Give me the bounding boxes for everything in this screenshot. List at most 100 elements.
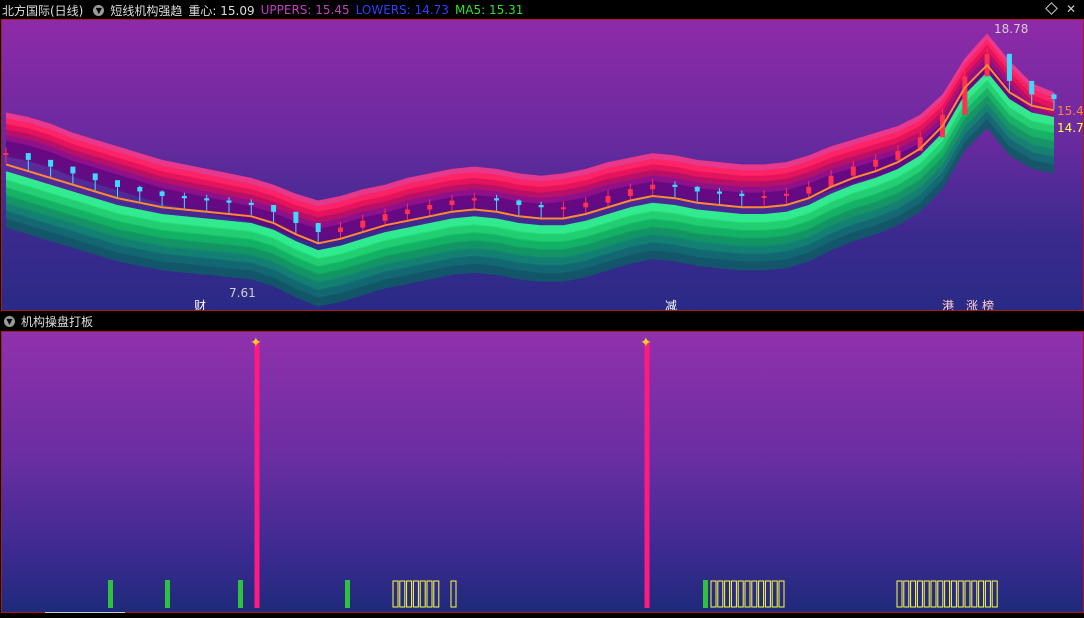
butterfly-icon: ✦ [250,335,262,351]
yellow-signal-bar [916,580,923,608]
yellow-signal-bar [896,580,903,608]
uppers-value: UPPERS: 15.45 [260,3,350,17]
chevron-down-icon[interactable]: ▼ [4,315,15,327]
candle-body [159,191,165,196]
candle-body [137,186,143,192]
yellow-signal-bar [406,580,413,608]
candle-body [895,150,901,160]
magenta-signal-bar [254,342,260,608]
yellow-signal-bar [910,580,917,608]
right-label-upper: 15.44 [1057,104,1084,118]
yellow-signal-bar [744,580,751,608]
yellow-signal-bar [426,580,433,608]
yellow-signal-bar [433,580,440,608]
center-value: 重心: 15.09 [188,3,255,18]
yellow-signal-bar [412,580,419,608]
candle-body [494,198,500,201]
green-signal-bar [108,580,113,608]
candle-body [427,204,433,210]
magenta-signal-bar [644,342,650,608]
butterfly-icon: ✦ [640,335,652,351]
candle-body [538,204,544,208]
yellow-signal-bar [737,580,744,608]
sub-panel-title[interactable]: 机构操盘打板 [21,313,93,330]
candle-body [962,76,968,115]
candle-body [471,198,477,201]
candle-body [761,195,767,198]
candle-body [783,193,789,196]
chevron-down-icon[interactable]: ▼ [93,4,105,16]
lowers-value: LOWERS: 14.73 [355,3,449,17]
candle-body [850,166,856,176]
candle-body [293,211,299,224]
signal-cai: 财 [194,299,207,311]
candle-body [605,195,611,203]
main-panel-header: 北方国际(日线) ▼ 短线机构强趋 重心: 15.09 UPPERS: 15.4… [0,1,1084,19]
candle-body [248,202,254,205]
close-icon[interactable]: ✕ [1066,2,1076,16]
yellow-signal-bar [419,580,426,608]
yellow-signal-bar [730,580,737,608]
candle-body [404,209,410,215]
diamond-icon[interactable] [1045,2,1058,15]
candle-body [92,173,98,181]
yellow-signal-bar [944,580,951,608]
signal-zhang: 涨 [966,299,979,311]
candle-body [382,214,388,221]
yellow-signal-bar [991,580,998,608]
candle-body [694,186,700,192]
candle-body [672,184,678,187]
yellow-signal-bar [964,580,971,608]
date-scrollbar[interactable] [45,612,125,618]
indicator-name[interactable]: 短线机构强趋 [110,2,182,19]
yellow-signal-bar [778,580,785,608]
yellow-signal-bar [392,580,399,608]
candle-body [70,166,76,174]
candle-body [717,191,723,194]
yellow-signal-bar [930,580,937,608]
yellow-signal-bar [758,580,765,608]
green-signal-bar [165,580,170,608]
yellow-signal-bar [450,580,457,608]
candle-body [650,184,656,190]
yellow-signal-bar [710,580,717,608]
main-chart-svg [3,33,1057,307]
candle-body [181,195,187,199]
candle-body [226,200,232,203]
sub-indicator-svg: ✦ ✦ [108,335,998,608]
sub-indicator-panel[interactable]: ✦ ✦ [1,331,1084,613]
candle-body [560,207,566,210]
candle-body [739,193,745,196]
green-signal-bar [238,580,243,608]
yellow-signal-bar [923,580,930,608]
candle-body [449,200,455,205]
candle-body [627,189,633,196]
yellow-signal-bar [903,580,910,608]
candle-body [1051,94,1057,99]
price-high-label: 18.78 [994,22,1029,36]
signal-gang: 港 [942,299,955,311]
signal-jian: 减 [665,299,678,311]
candle-body [337,227,343,233]
candle-body [1006,53,1012,81]
main-chart-panel[interactable]: 18.78 7.61 15.44 14.72 财 减 港 涨 榜 [1,19,1084,311]
yellow-signal-bar [771,580,778,608]
yellow-signal-bar [984,580,991,608]
candle-body [48,159,54,167]
ma5-value: MA5: 15.31 [454,3,524,17]
price-low-label: 7.61 [229,286,256,300]
yellow-signal-bar [717,580,724,608]
candle-body [271,204,277,212]
yellow-signal-bar [937,580,944,608]
candle-body [3,153,9,156]
candle-body [516,200,522,205]
candle-body [583,202,589,208]
candle-body [204,198,210,201]
signal-bang: 榜 [982,299,995,311]
candle-body [360,220,366,228]
candle-body [1029,80,1035,95]
yellow-signal-bar [971,580,978,608]
candle-body [315,223,321,233]
yellow-signal-bar [751,580,758,608]
yellow-signal-bar [764,580,771,608]
